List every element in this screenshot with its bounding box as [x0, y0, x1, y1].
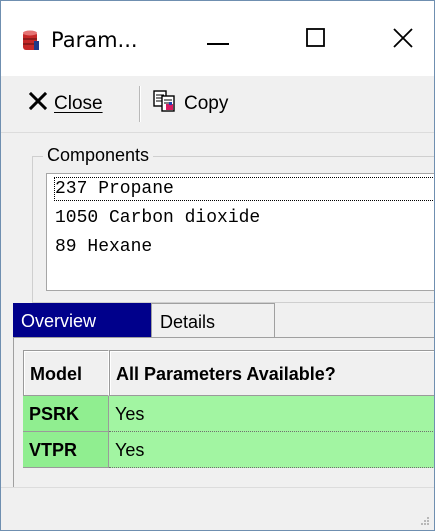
minimize-icon: [207, 31, 231, 50]
close-button-label: Close: [54, 93, 103, 114]
window-title: Param...: [51, 28, 138, 52]
app-database-icon: [22, 30, 40, 52]
close-button[interactable]: Close: [28, 90, 103, 118]
list-item[interactable]: 237 Propane: [54, 177, 434, 201]
minimize-button[interactable]: [189, 15, 249, 65]
copy-button-label: Copy: [184, 93, 229, 114]
status-bar: [1, 487, 434, 530]
column-header-available[interactable]: All Parameters Available?: [109, 350, 434, 396]
table-row-available-cell[interactable]: Yes: [109, 432, 434, 468]
maximize-button[interactable]: [286, 15, 346, 65]
close-x-icon: [28, 91, 48, 117]
table-row-model-cell[interactable]: PSRK: [23, 396, 109, 432]
column-header-model[interactable]: Model: [23, 350, 109, 396]
parameters-window: Param... Close Copy Components 237 Propa…: [0, 0, 435, 531]
tab-overview[interactable]: Overview: [13, 303, 151, 337]
overview-panel: Model All Parameters Available? PSRK Yes…: [13, 337, 434, 488]
table-row-model-cell[interactable]: VTPR: [23, 432, 109, 468]
tab-details[interactable]: Details: [151, 303, 275, 337]
maximize-icon: [306, 28, 326, 52]
resize-grip-icon[interactable]: [416, 513, 430, 527]
toolbar: Close Copy: [1, 76, 434, 133]
window-close-button[interactable]: [373, 15, 433, 65]
copy-icon: [152, 89, 178, 119]
copy-button[interactable]: Copy: [152, 90, 228, 118]
list-item[interactable]: 1050 Carbon dioxide: [55, 206, 260, 230]
components-list[interactable]: 237 Propane 1050 Carbon dioxide 89 Hexan…: [46, 173, 434, 291]
window-close-icon: [392, 27, 414, 53]
components-group-title: Components: [43, 145, 154, 166]
table-row-available-cell[interactable]: Yes: [109, 396, 434, 432]
list-item[interactable]: 89 Hexane: [55, 235, 152, 259]
toolbar-separator: [139, 86, 141, 122]
title-bar[interactable]: Param...: [1, 1, 434, 76]
